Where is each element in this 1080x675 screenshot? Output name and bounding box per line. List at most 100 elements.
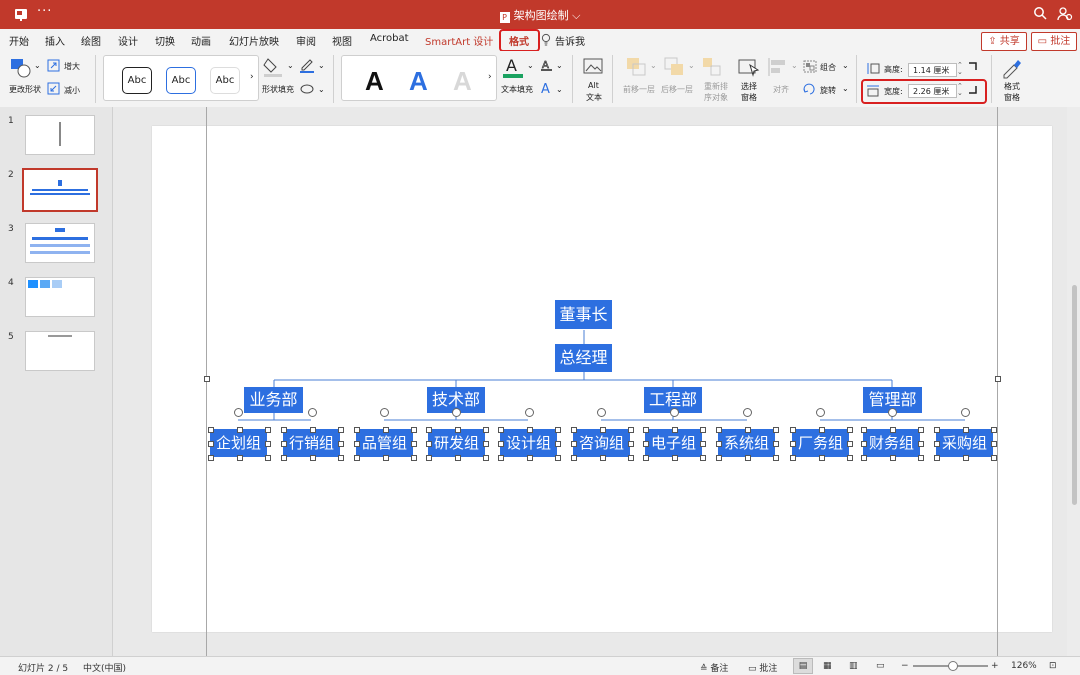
selection-handle[interactable] (338, 427, 344, 433)
selection-handle[interactable] (555, 455, 561, 461)
selection-handle[interactable] (716, 441, 722, 447)
wordart-style-2[interactable]: A (409, 66, 428, 97)
grow-label[interactable]: 增大 (64, 61, 80, 72)
selection-handle[interactable] (265, 427, 271, 433)
selection-handle[interactable] (411, 427, 417, 433)
reorder-label-2[interactable]: 序对象 (704, 92, 728, 103)
chevron-down-icon[interactable]: ⌄ (791, 61, 798, 70)
user-account-icon[interactable] (1057, 6, 1073, 22)
org-box-group[interactable]: 行销组 (283, 429, 340, 457)
selection-handle[interactable] (411, 441, 417, 447)
selection-handle[interactable] (555, 441, 561, 447)
height-field[interactable]: 1.14 厘米 (908, 63, 957, 77)
tab-animations[interactable]: 动画 (191, 33, 211, 48)
org-box-group[interactable]: 电子组 (645, 429, 702, 457)
fit-to-window-icon[interactable]: ⊡ (1049, 661, 1057, 671)
chevron-down-icon[interactable]: ⌄ (842, 61, 849, 70)
selection-handle[interactable] (208, 441, 214, 447)
selection-handle[interactable] (700, 455, 706, 461)
shape-outline-icon[interactable] (299, 57, 315, 73)
reorder-objects-icon[interactable] (702, 57, 722, 77)
selection-handle[interactable] (716, 455, 722, 461)
org-box-group[interactable]: 咨询组 (573, 429, 630, 457)
selection-handle[interactable] (526, 455, 533, 461)
org-box-group[interactable]: 品管组 (356, 429, 413, 457)
selection-handle[interactable] (918, 427, 924, 433)
selection-handle[interactable] (918, 441, 924, 447)
rotate-handle-icon[interactable] (308, 408, 317, 417)
slide-sorter-icon[interactable]: ▦ (823, 661, 832, 671)
group-icon[interactable] (803, 60, 817, 73)
selection-handle[interactable] (889, 427, 896, 433)
rotate-handle-icon[interactable] (888, 408, 897, 417)
selection-handle[interactable] (889, 455, 896, 461)
zoom-level[interactable]: 126% (1011, 661, 1037, 671)
selection-handle[interactable] (861, 455, 867, 461)
selection-handle[interactable] (571, 441, 577, 447)
selection-handle[interactable] (382, 455, 389, 461)
org-box-department[interactable]: 业务部 (244, 387, 303, 413)
chevron-right-icon[interactable]: › (488, 72, 492, 82)
org-box-group[interactable]: 研发组 (428, 429, 485, 457)
chevron-down-icon[interactable]: ⌄ (650, 61, 657, 70)
selection-handle[interactable] (700, 427, 706, 433)
selection-handle[interactable] (426, 427, 432, 433)
selection-pane-label-1[interactable]: 选择 (741, 81, 757, 92)
align-label[interactable]: 对齐 (773, 84, 789, 95)
search-icon[interactable] (1033, 6, 1047, 20)
selection-handle[interactable] (483, 455, 489, 461)
frame-handle[interactable] (204, 376, 210, 382)
shape-style-1[interactable]: Abc (122, 67, 152, 94)
tab-acrobat[interactable]: Acrobat (370, 33, 409, 44)
selection-handle[interactable] (991, 427, 997, 433)
selection-handle[interactable] (700, 441, 706, 447)
selection-handle[interactable] (411, 455, 417, 461)
slide-thumbnail-5[interactable] (25, 331, 95, 371)
selection-handle[interactable] (934, 455, 940, 461)
alt-text-icon[interactable] (583, 58, 603, 76)
format-pane-label-2[interactable]: 窗格 (1004, 92, 1020, 103)
rotate-icon[interactable] (803, 82, 817, 95)
chevron-down-icon[interactable]: ⌄ (556, 61, 563, 70)
text-fill-label[interactable]: 文本填充 (501, 84, 533, 95)
org-box-group[interactable]: 厂务组 (792, 429, 849, 457)
zoom-in-icon[interactable]: + (991, 661, 999, 671)
selection-handle[interactable] (354, 441, 360, 447)
shape-styles-gallery[interactable]: Abc Abc Abc › (103, 55, 259, 101)
slide-thumbnail-3[interactable] (25, 223, 95, 263)
selection-handle[interactable] (281, 427, 287, 433)
tab-view[interactable]: 视图 (332, 33, 352, 48)
selection-handle[interactable] (847, 441, 853, 447)
selection-handle[interactable] (861, 441, 867, 447)
shape-style-3[interactable]: Abc (210, 67, 240, 94)
chevron-down-icon[interactable]: ⌄ (34, 61, 41, 70)
selection-handle[interactable] (236, 455, 243, 461)
selection-handle[interactable] (338, 441, 344, 447)
selection-handle[interactable] (265, 455, 271, 461)
rotate-handle-icon[interactable] (525, 408, 534, 417)
org-box-chairman[interactable]: 董事长 (555, 300, 612, 329)
selection-handle[interactable] (454, 455, 461, 461)
reorder-label-1[interactable]: 重新排 (704, 81, 728, 92)
org-box-general-manager[interactable]: 总经理 (555, 344, 612, 372)
send-backward-label[interactable]: 后移一层 (661, 84, 693, 95)
shape-effects-icon[interactable] (299, 82, 315, 96)
selection-handle[interactable] (991, 455, 997, 461)
selection-handle[interactable] (773, 441, 779, 447)
tab-draw[interactable]: 绘图 (81, 33, 101, 48)
rotate-handle-icon[interactable] (743, 408, 752, 417)
change-shape-icon[interactable] (9, 57, 33, 79)
shape-style-2[interactable]: Abc (166, 67, 196, 94)
selection-handle[interactable] (599, 427, 606, 433)
chevron-down-icon[interactable]: ⌄ (527, 61, 534, 70)
selection-handle[interactable] (934, 427, 940, 433)
org-box-group[interactable]: 设计组 (500, 429, 557, 457)
selection-handle[interactable] (790, 441, 796, 447)
wordart-styles-gallery[interactable]: A A A › (341, 55, 497, 101)
selection-handle[interactable] (643, 441, 649, 447)
selection-handle[interactable] (790, 455, 796, 461)
tab-insert[interactable]: 插入 (45, 33, 65, 48)
selection-handle[interactable] (498, 455, 504, 461)
org-box-group[interactable]: 企划组 (210, 429, 267, 457)
selection-handle[interactable] (773, 455, 779, 461)
